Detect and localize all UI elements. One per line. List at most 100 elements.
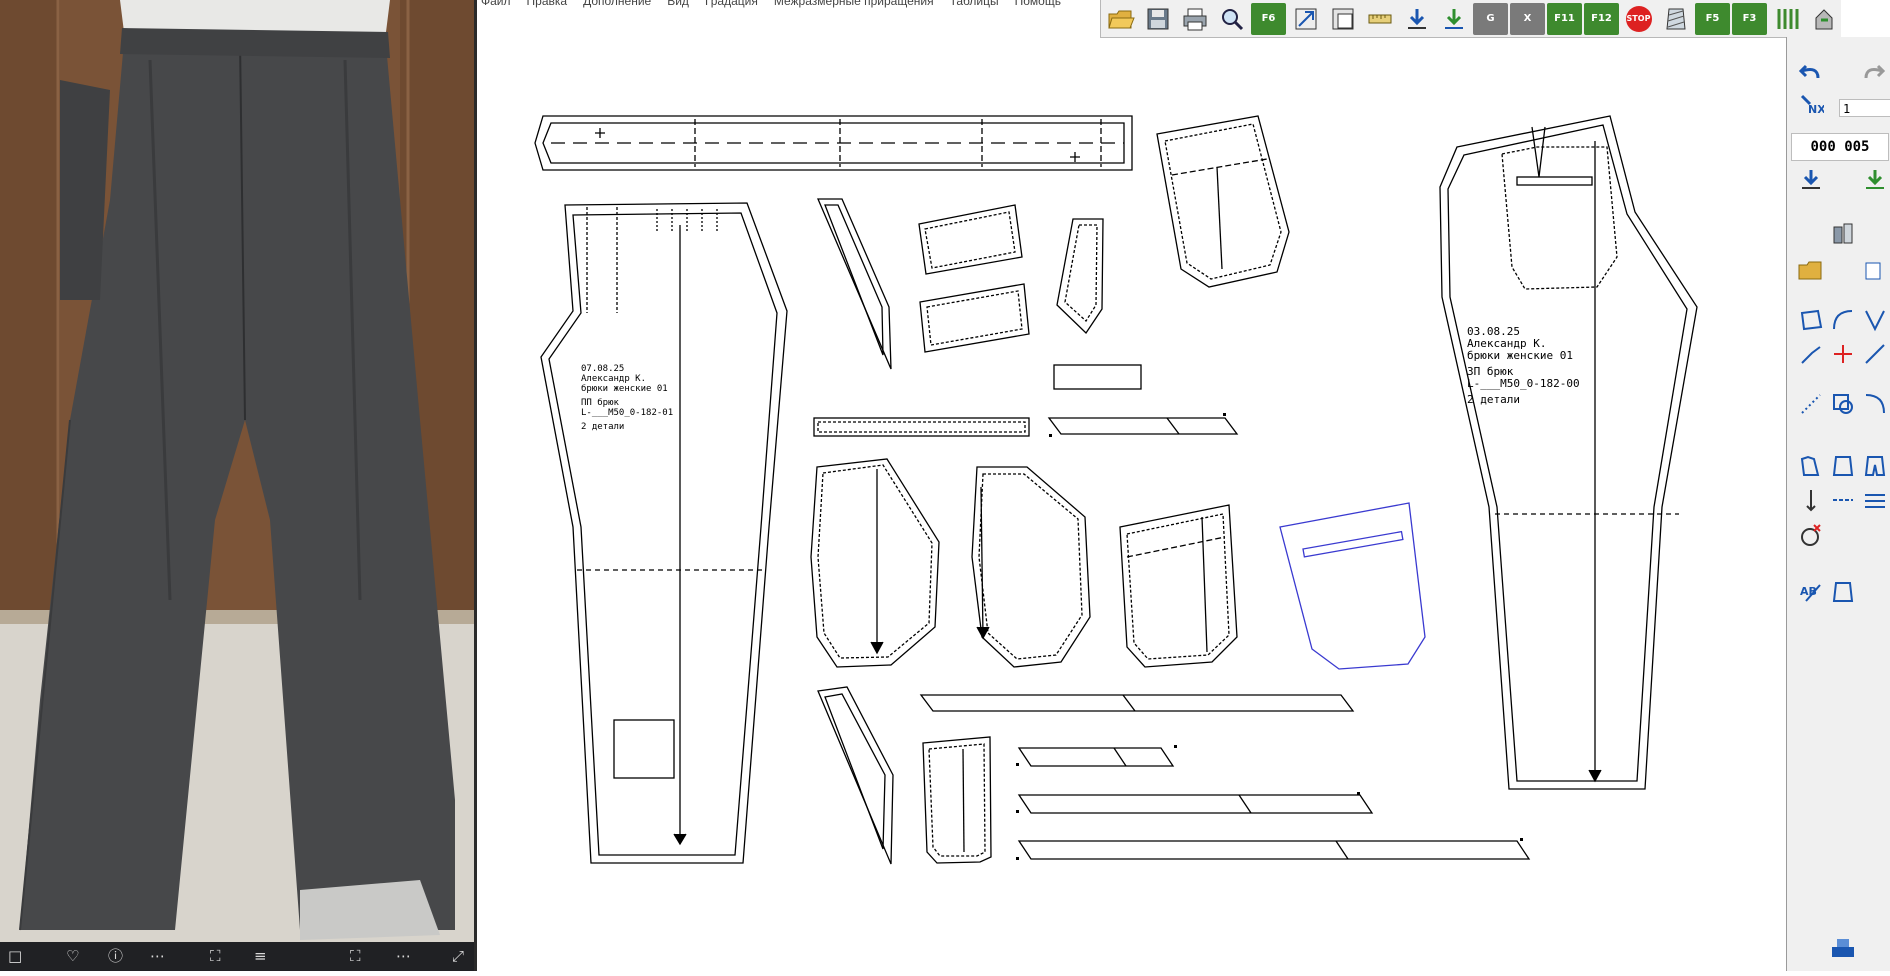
download-green-icon[interactable] [1436, 3, 1471, 35]
pattern-canvas[interactable]: 07.08.25 Александр К. брюки женские 01 П… [477, 37, 1785, 971]
strip-piece-3[interactable] [919, 694, 1355, 712]
zoom-icon[interactable] [1214, 3, 1249, 35]
piece-icon[interactable] [1325, 3, 1360, 35]
value-input[interactable]: 1 [1839, 99, 1890, 117]
grain-icon[interactable] [1795, 485, 1827, 515]
arc-icon[interactable] [1859, 389, 1890, 419]
transform-icon[interactable] [1288, 3, 1323, 35]
menu-size-increments[interactable]: Межразмерные приращения [774, 0, 934, 10]
f6-icon[interactable]: F6 [1251, 2, 1286, 35]
photo-toolbar: □ ♡ ⓘ ⋯ ⛶ ≡ ⛶ ⋯ ⤢ [0, 942, 474, 971]
undo-icon[interactable] [1795, 57, 1827, 87]
trouser-icon[interactable] [1859, 451, 1890, 481]
pieces-icon[interactable] [1827, 219, 1859, 249]
open-pieces-icon[interactable] [1795, 255, 1827, 285]
crop-icon[interactable]: ⛶ [210, 942, 221, 971]
photo-viewer: □ ♡ ⓘ ⋯ ⛶ ≡ ⛶ ⋯ ⤢ [0, 0, 474, 971]
strip-piece-1[interactable] [813, 417, 1030, 437]
line-icon[interactable] [1795, 339, 1827, 369]
hem-facing-piece[interactable] [922, 736, 992, 864]
layers-icon[interactable] [1859, 485, 1890, 515]
expand-icon[interactable]: ⤢ [452, 942, 464, 971]
back-author-label: Александр К. [581, 374, 646, 384]
back-code-label: L-___M50_0-182-01 [581, 408, 673, 418]
back-pocket-piece[interactable] [1156, 115, 1290, 288]
strip-piece-6[interactable] [1017, 840, 1531, 860]
more-options-icon[interactable]: ⋯ [396, 942, 411, 971]
pocket-bag-2[interactable] [971, 466, 1091, 668]
nx-icon[interactable]: NX [1795, 89, 1827, 119]
waistband-piece[interactable] [534, 115, 1133, 171]
notch-icon[interactable] [1827, 485, 1859, 515]
menu-tables[interactable]: Таблицы [950, 0, 999, 10]
strip-piece-5[interactable] [1017, 794, 1374, 814]
exit-icon[interactable] [1806, 3, 1841, 35]
main-toolbar: F6 G X F11 F12 STOP F5 F3 [1100, 0, 1841, 38]
download-green-icon[interactable] [1859, 165, 1890, 195]
spellcheck-icon[interactable]: AB [1795, 577, 1827, 607]
menu-file[interactable]: Файл [481, 0, 511, 10]
fly-piece-bottom[interactable] [817, 686, 894, 865]
strip-piece-2[interactable] [1047, 417, 1239, 435]
front-count-label: 2 детали [1467, 393, 1520, 406]
measure-icon[interactable] [1362, 3, 1397, 35]
f3-icon[interactable]: F3 [1732, 2, 1767, 35]
info-icon[interactable]: ⓘ [108, 942, 123, 971]
menu-bar: Файл Правка Дополнение Вид Градация Межр… [477, 0, 1061, 10]
favorite-icon[interactable]: ♡ [66, 942, 79, 971]
save-icon[interactable] [1140, 3, 1175, 35]
points-icon[interactable] [1795, 389, 1827, 419]
trousers-photo [0, 0, 474, 942]
edit-icon[interactable]: ≡ [254, 942, 267, 971]
copy-piece-icon[interactable] [1859, 255, 1890, 285]
sleeve-icon[interactable] [1827, 451, 1859, 481]
menu-addons[interactable]: Дополнение [583, 0, 651, 10]
strip-piece-4[interactable] [1017, 747, 1175, 767]
shirt-piece-icon[interactable] [1795, 451, 1827, 481]
delete-point-icon[interactable] [1795, 521, 1827, 551]
back-piece-label: ПП брюк [581, 397, 620, 408]
label-piece[interactable] [1053, 364, 1142, 390]
hatch-icon[interactable] [1658, 3, 1693, 35]
template-icon[interactable] [1827, 577, 1859, 607]
f12-icon[interactable]: F12 [1584, 2, 1619, 35]
open-folder-icon[interactable] [1103, 3, 1138, 35]
menu-view[interactable]: Вид [667, 0, 689, 10]
svg-text:NX: NX [1808, 103, 1824, 116]
download-icon[interactable] [1399, 3, 1434, 35]
fit-icon[interactable]: □ [8, 942, 22, 971]
facing-piece[interactable] [1119, 504, 1238, 668]
pocket-bag-1[interactable] [810, 458, 940, 668]
loop-piece-1[interactable] [918, 204, 1023, 275]
print-icon[interactable] [1177, 3, 1212, 35]
tool-palette: NX 1 000 005 AB [1786, 37, 1890, 971]
menu-grading[interactable]: Градация [705, 0, 758, 10]
redo-icon[interactable] [1857, 57, 1889, 87]
stop-icon[interactable]: STOP [1621, 3, 1656, 35]
contour-icon[interactable] [1795, 305, 1827, 335]
diagonal-icon[interactable] [1859, 339, 1890, 369]
loop-piece-2[interactable] [919, 283, 1030, 353]
intersect-icon[interactable] [1827, 339, 1859, 369]
curve-icon[interactable] [1827, 305, 1859, 335]
table-g-icon[interactable]: G [1473, 2, 1508, 35]
stripes-icon[interactable] [1769, 3, 1804, 35]
shape-icon[interactable] [1827, 389, 1859, 419]
back-count-label: 2 детали [581, 422, 624, 432]
dart-icon[interactable] [1859, 305, 1890, 335]
f11-icon[interactable]: F11 [1547, 2, 1582, 35]
fullscreen-icon[interactable]: ⛶ [350, 942, 361, 971]
tab-piece[interactable] [1056, 218, 1104, 335]
more-icon[interactable]: ⋯ [150, 942, 165, 971]
download-icon[interactable] [1795, 165, 1827, 195]
back-trouser-piece[interactable] [540, 202, 788, 864]
fly-piece-top[interactable] [817, 198, 892, 370]
menu-help[interactable]: Помощь [1015, 0, 1061, 10]
selected-pocket-piece[interactable] [1279, 502, 1426, 670]
front-trouser-piece[interactable] [1439, 115, 1698, 790]
f5-icon[interactable]: F5 [1695, 2, 1730, 35]
cutter-icon[interactable] [1827, 931, 1859, 961]
stop-label: STOP [1625, 5, 1652, 32]
table-x-icon[interactable]: X [1510, 2, 1545, 35]
menu-edit[interactable]: Правка [527, 0, 568, 10]
